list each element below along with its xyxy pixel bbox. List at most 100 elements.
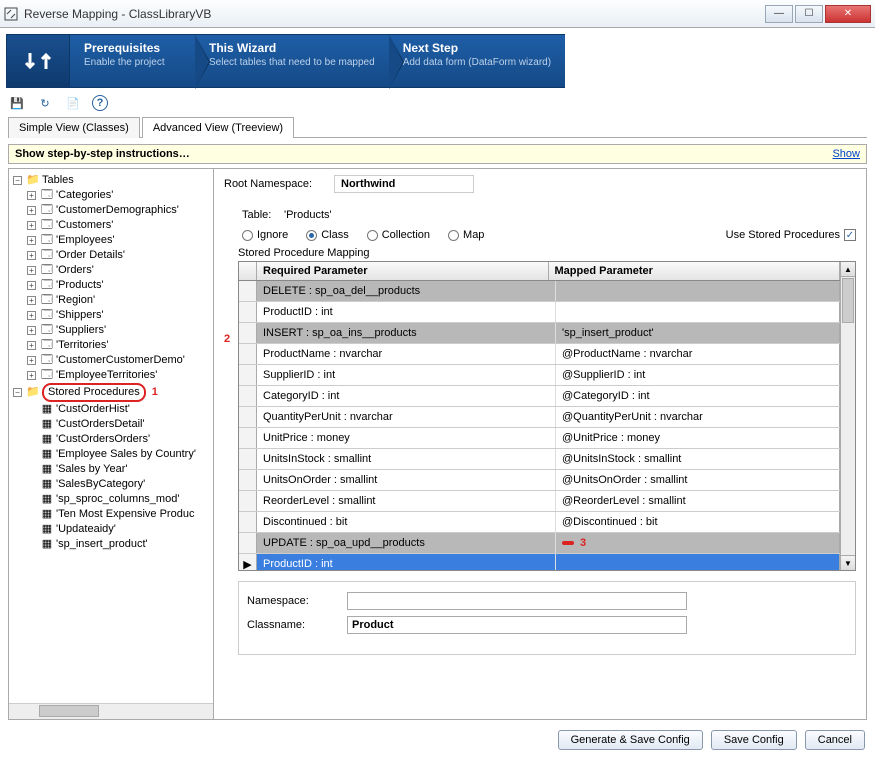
- tree-table-item[interactable]: +🗔'Categories': [27, 188, 211, 203]
- tree-procedure-item[interactable]: ▦'Sales by Year': [27, 462, 211, 477]
- grid-cell-mapped[interactable]: 'sp_insert_product'▼: [556, 323, 855, 343]
- grid-header-mapped[interactable]: Mapped Parameter: [549, 262, 841, 280]
- radio-collection[interactable]: Collection: [367, 229, 430, 241]
- grid-cell-mapped[interactable]: @UnitPrice : money▼: [556, 428, 855, 448]
- stored-procedure-mapping-label: Stored Procedure Mapping: [238, 247, 856, 259]
- grid-cell-mapped[interactable]: @ReorderLevel : smallint▼: [556, 491, 855, 511]
- tree-table-item[interactable]: +🗔'Suppliers': [27, 323, 211, 338]
- tree-table-item[interactable]: +🗔'EmployeeTerritories': [27, 368, 211, 383]
- grid-cell-mapped[interactable]: ▼: [556, 554, 855, 570]
- grid-cell-mapped[interactable]: @QuantityPerUnit : nvarchar▼: [556, 407, 855, 427]
- grid-cell-mapped[interactable]: @Discontinued : bit▼: [556, 512, 855, 532]
- tree-procedure-item[interactable]: ▦'sp_insert_product': [27, 537, 211, 552]
- wizard-icon: [6, 34, 70, 88]
- grid-cell-mapped[interactable]: @SupplierID : int▼: [556, 365, 855, 385]
- tree-root-tables[interactable]: −📁Tables: [13, 173, 211, 188]
- grid-row[interactable]: UPDATE : sp_oa_upd__products3▼: [239, 533, 855, 554]
- radio-class[interactable]: Class: [306, 229, 349, 241]
- tree-procedure-item[interactable]: ▦'Updateaidy': [27, 522, 211, 537]
- grid-cell-mapped[interactable]: ▼: [556, 302, 855, 322]
- grid-row[interactable]: UnitPrice : money@UnitPrice : money▼: [239, 428, 855, 449]
- namespace-input[interactable]: [347, 592, 687, 610]
- window-title: Reverse Mapping - ClassLibraryVB: [24, 7, 765, 21]
- tree-procedure-item[interactable]: ▦'CustOrderHist': [27, 402, 211, 417]
- help-icon[interactable]: ?: [92, 95, 108, 111]
- sheet-icon[interactable]: 📄: [64, 94, 82, 112]
- tree-procedure-item[interactable]: ▦'Employee Sales by Country': [27, 447, 211, 462]
- grid-cell-mapped[interactable]: @CategoryID : int▼: [556, 386, 855, 406]
- grid-cell-required: UnitsInStock : smallint: [257, 449, 556, 469]
- grid-row[interactable]: DELETE : sp_oa_del__products▼: [239, 281, 855, 302]
- tree-root-stored-procedures[interactable]: −📁Stored Procedures1: [13, 383, 211, 402]
- close-button[interactable]: ✕: [825, 5, 871, 23]
- refresh-icon[interactable]: ↻: [36, 94, 54, 112]
- grid-cell-mapped[interactable]: 3▼: [556, 533, 855, 553]
- tree-procedure-item[interactable]: ▦'Ten Most Expensive Produc: [27, 507, 211, 522]
- grid-cell-required: SupplierID : int: [257, 365, 556, 385]
- grid-vertical-scrollbar[interactable]: ▲ ▼: [840, 262, 855, 570]
- tree-table-item[interactable]: +🗔'CustomerCustomerDemo': [27, 353, 211, 368]
- tab-advanced-view[interactable]: Advanced View (Treeview): [142, 117, 294, 138]
- grid-row[interactable]: UnitsOnOrder : smallint@UnitsOnOrder : s…: [239, 470, 855, 491]
- title-bar: Reverse Mapping - ClassLibraryVB — ☐ ✕: [0, 0, 875, 28]
- grid-row[interactable]: INSERT : sp_oa_ins__products'sp_insert_p…: [239, 323, 855, 344]
- grid-row[interactable]: ProductName : nvarchar@ProductName : nva…: [239, 344, 855, 365]
- radio-map[interactable]: Map: [448, 229, 484, 241]
- root-namespace-value[interactable]: Northwind: [334, 175, 474, 193]
- grid-row[interactable]: ReorderLevel : smallint@ReorderLevel : s…: [239, 491, 855, 512]
- grid-row[interactable]: UnitsInStock : smallint@UnitsInStock : s…: [239, 449, 855, 470]
- content-pane: Root Namespace: Northwind Table: 'Produc…: [214, 169, 867, 720]
- grid-cell-required: ProductID : int: [257, 554, 556, 570]
- grid-cell-mapped[interactable]: @ProductName : nvarchar▼: [556, 344, 855, 364]
- save-icon[interactable]: 💾: [8, 94, 26, 112]
- grid-row[interactable]: CategoryID : int@CategoryID : int▼: [239, 386, 855, 407]
- tree-procedure-item[interactable]: ▦'CustOrdersDetail': [27, 417, 211, 432]
- grid-cell-mapped[interactable]: @UnitsOnOrder : smallint▼: [556, 470, 855, 490]
- grid-row-header: [239, 470, 257, 490]
- wizard-step-sub: Enable the project: [84, 57, 181, 69]
- classname-input[interactable]: [347, 616, 687, 634]
- tree-table-item[interactable]: +🗔'Territories': [27, 338, 211, 353]
- wizard-step-prerequisites[interactable]: Prerequisites Enable the project: [70, 34, 195, 88]
- grid-cell-mapped[interactable]: @UnitsInStock : smallint▼: [556, 449, 855, 469]
- tree-table-item[interactable]: +🗔'Region': [27, 293, 211, 308]
- grid-row[interactable]: Discontinued : bit@Discontinued : bit▼: [239, 512, 855, 533]
- tree-procedure-item[interactable]: ▦'SalesByCategory': [27, 477, 211, 492]
- wizard-step-this[interactable]: This Wizard Select tables that need to b…: [195, 34, 389, 88]
- tree-pane[interactable]: −📁Tables+🗔'Categories'+🗔'CustomerDemogra…: [8, 169, 214, 720]
- grid-row[interactable]: ProductID : int▼: [239, 302, 855, 323]
- maximize-button[interactable]: ☐: [795, 5, 823, 23]
- grid-row[interactable]: ▶ProductID : int▼: [239, 554, 855, 570]
- use-stored-procedures-checkbox[interactable]: Use Stored Procedures ✓: [726, 229, 856, 241]
- tab-simple-view[interactable]: Simple View (Classes): [8, 117, 140, 138]
- grid-cell-required: QuantityPerUnit : nvarchar: [257, 407, 556, 427]
- minimize-button[interactable]: —: [765, 5, 793, 23]
- grid-row[interactable]: SupplierID : int@SupplierID : int▼: [239, 365, 855, 386]
- tree-table-item[interactable]: +🗔'Order Details': [27, 248, 211, 263]
- save-config-button[interactable]: Save Config: [711, 730, 797, 750]
- tree-procedure-item[interactable]: ▦'CustOrdersOrders': [27, 432, 211, 447]
- horizontal-scrollbar[interactable]: [9, 703, 213, 719]
- footer-buttons: Generate & Save Config Save Config Cance…: [0, 720, 875, 760]
- table-value: 'Products': [284, 209, 332, 221]
- wizard-step-next[interactable]: Next Step Add data form (DataForm wizard…: [389, 34, 565, 88]
- radio-ignore[interactable]: Ignore: [242, 229, 288, 241]
- stored-procedure-grid[interactable]: Required Parameter Mapped Parameter DELE…: [238, 261, 856, 571]
- namespace-label: Namespace:: [247, 595, 347, 607]
- tree-table-item[interactable]: +🗔'Employees': [27, 233, 211, 248]
- tree-procedure-item[interactable]: ▦'sp_sproc_columns_mod': [27, 492, 211, 507]
- tree-table-item[interactable]: +🗔'Customers': [27, 218, 211, 233]
- tree-table-item[interactable]: +🗔'Orders': [27, 263, 211, 278]
- tree-table-item[interactable]: +🗔'CustomerDemographics': [27, 203, 211, 218]
- tree-table-item[interactable]: +🗔'Products': [27, 278, 211, 293]
- classname-label: Classname:: [247, 619, 347, 631]
- cancel-button[interactable]: Cancel: [805, 730, 865, 750]
- grid-row-header: [239, 323, 257, 343]
- grid-header-required[interactable]: Required Parameter: [257, 262, 549, 280]
- generate-save-config-button[interactable]: Generate & Save Config: [558, 730, 703, 750]
- show-link[interactable]: Show: [832, 148, 860, 160]
- tree-table-item[interactable]: +🗔'Shippers': [27, 308, 211, 323]
- grid-row-header: [239, 344, 257, 364]
- grid-row[interactable]: QuantityPerUnit : nvarchar@QuantityPerUn…: [239, 407, 855, 428]
- grid-cell-mapped[interactable]: ▼: [556, 281, 855, 301]
